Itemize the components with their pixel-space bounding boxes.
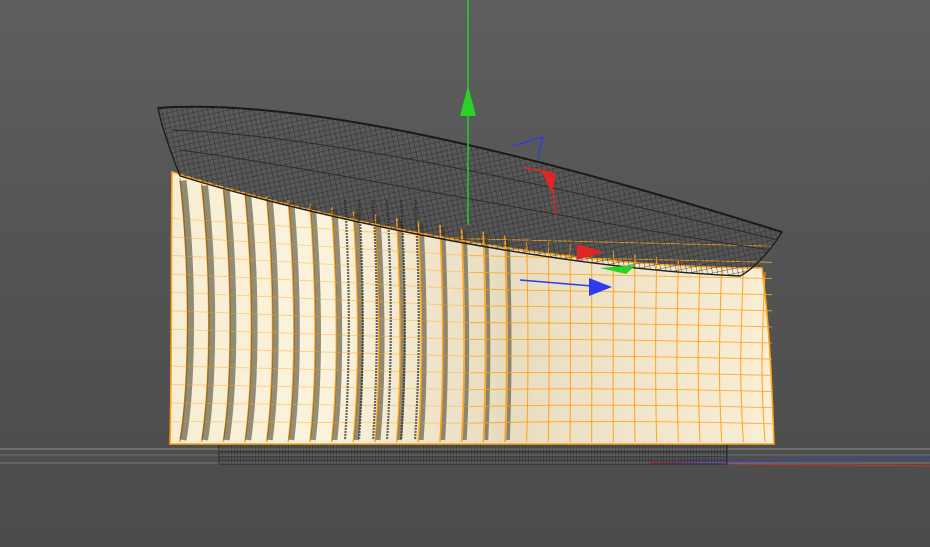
slat — [633, 254, 636, 443]
viewport-canvas[interactable] — [0, 0, 930, 547]
y-axis-arrow[interactable] — [460, 86, 476, 116]
slat-gap — [462, 230, 470, 441]
slat-gap — [506, 236, 512, 441]
slat-gap — [484, 233, 491, 441]
base-plinth[interactable] — [218, 443, 728, 465]
3d-viewport[interactable] — [0, 0, 930, 547]
